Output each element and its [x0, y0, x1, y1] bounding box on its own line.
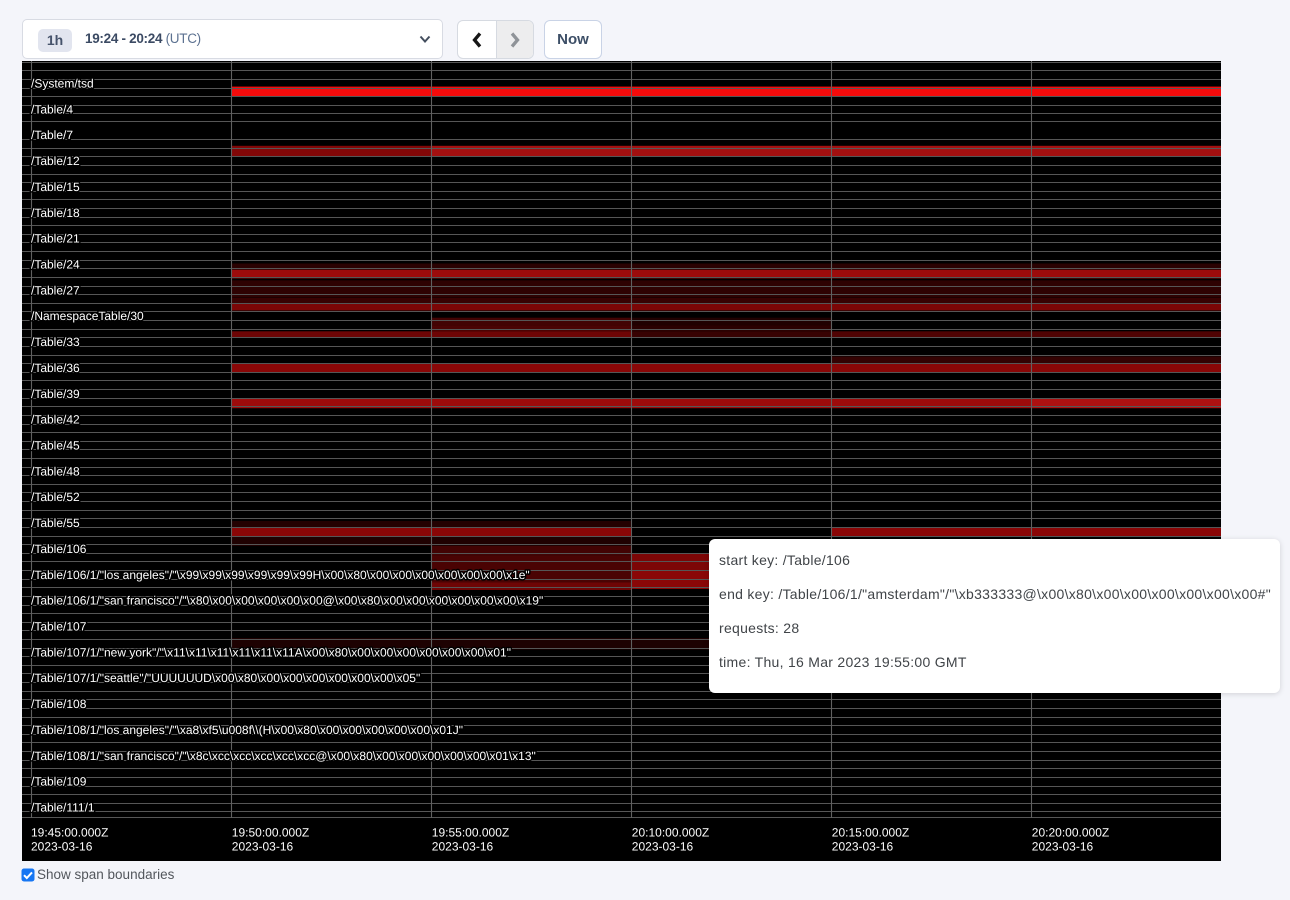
- svg-text:/Table/36: /Table/36: [31, 361, 80, 375]
- svg-text:/Table/111/1: /Table/111/1: [31, 801, 95, 815]
- svg-text:/Table/52: /Table/52: [31, 490, 80, 504]
- svg-text:/Table/15: /Table/15: [31, 180, 80, 194]
- svg-text:/Table/24: /Table/24: [31, 258, 80, 272]
- svg-text:/NamespaceTable/30: /NamespaceTable/30: [31, 309, 144, 323]
- svg-text:2023-03-16: 2023-03-16: [832, 839, 894, 853]
- svg-text:/Table/106/1/"los angeles"/"\x: /Table/106/1/"los angeles"/"\x99\x99\x99…: [31, 568, 530, 582]
- svg-text:/Table/107/1/"new york"/"\x11\: /Table/107/1/"new york"/"\x11\x11\x11\x1…: [31, 645, 511, 659]
- svg-text:/Table/55: /Table/55: [31, 516, 80, 530]
- svg-text:/Table/107/1/"seattle"/"UUUUUU: /Table/107/1/"seattle"/"UUUUUUD\x00\x80\…: [31, 671, 420, 685]
- svg-text:2023-03-16: 2023-03-16: [232, 839, 294, 853]
- svg-text:/Table/21: /Table/21: [31, 232, 80, 246]
- svg-text:2023-03-16: 2023-03-16: [632, 839, 694, 853]
- svg-text:/Table/108/1/"los angeles"/"\x: /Table/108/1/"los angeles"/"\xa8\xf5\u00…: [31, 723, 463, 737]
- svg-text:20:15:00.000Z: 20:15:00.000Z: [832, 826, 909, 840]
- svg-text:/Table/108: /Table/108: [31, 697, 87, 711]
- svg-text:/Table/45: /Table/45: [31, 439, 80, 453]
- svg-text:2023-03-16: 2023-03-16: [1032, 839, 1094, 853]
- svg-text:2023-03-16: 2023-03-16: [31, 839, 93, 853]
- svg-text:/Table/39: /Table/39: [31, 387, 80, 401]
- svg-text:/Table/48: /Table/48: [31, 464, 80, 478]
- svg-text:/Table/7: /Table/7: [31, 128, 73, 142]
- svg-text:/Table/18: /Table/18: [31, 206, 80, 220]
- svg-text:/Table/106/1/"san francisco"/": /Table/106/1/"san francisco"/"\x80\x00\x…: [31, 594, 543, 608]
- svg-text:/Table/109: /Table/109: [31, 775, 87, 789]
- svg-text:/Table/4: /Table/4: [31, 102, 73, 116]
- svg-text:19:45:00.000Z: 19:45:00.000Z: [31, 826, 108, 840]
- svg-text:/Table/106: /Table/106: [31, 542, 87, 556]
- svg-text:19:50:00.000Z: 19:50:00.000Z: [232, 826, 309, 840]
- svg-text:20:10:00.000Z: 20:10:00.000Z: [632, 826, 709, 840]
- svg-text:/Table/108/1/"san francisco"/": /Table/108/1/"san francisco"/"\x8c\xcc\x…: [31, 749, 536, 763]
- svg-text:/Table/12: /Table/12: [31, 154, 80, 168]
- svg-text:/Table/33: /Table/33: [31, 335, 80, 349]
- svg-text:20:20:00.000Z: 20:20:00.000Z: [1032, 826, 1109, 840]
- svg-text:/Table/107: /Table/107: [31, 620, 87, 634]
- svg-text:/System/tsd: /System/tsd: [31, 77, 94, 91]
- svg-text:2023-03-16: 2023-03-16: [432, 839, 494, 853]
- svg-text:19:55:00.000Z: 19:55:00.000Z: [432, 826, 509, 840]
- svg-text:/Table/27: /Table/27: [31, 283, 80, 297]
- svg-text:/Table/42: /Table/42: [31, 413, 80, 427]
